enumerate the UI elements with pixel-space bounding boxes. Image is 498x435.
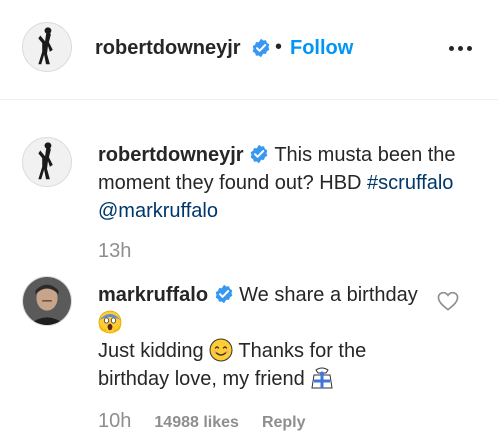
- post-header: robertdowneyjr • Follow: [0, 0, 498, 100]
- comment-username[interactable]: robertdowneyjr: [98, 144, 244, 166]
- comment-body: markruffalo We share a birthday Just kid…: [98, 281, 428, 393]
- hashtag-link[interactable]: #scruffalo: [367, 172, 453, 194]
- face-screaming-in-fear-icon: [98, 310, 122, 334]
- verified-badge-icon: [251, 38, 271, 58]
- comment-text: We share a birthday: [239, 284, 418, 306]
- comment-timestamp[interactable]: 10h: [98, 410, 131, 432]
- profile-photo-icon: [23, 23, 71, 71]
- avatar[interactable]: [22, 22, 72, 72]
- comment-avatar[interactable]: [22, 137, 72, 187]
- comment-likes-count[interactable]: 14988 likes: [154, 414, 239, 431]
- comment-meta: 10h 14988 likes Reply: [98, 410, 306, 433]
- profile-photo-icon: [23, 138, 71, 186]
- profile-photo-icon: [23, 277, 71, 325]
- comment-body: robertdowneyjr This musta been the momen…: [98, 141, 478, 225]
- comment-timestamp[interactable]: 13h: [98, 240, 131, 263]
- comment-text: Just kidding: [98, 340, 204, 362]
- reply-button[interactable]: Reply: [262, 414, 306, 431]
- more-options-icon[interactable]: [446, 38, 476, 58]
- smiling-face-icon: [209, 338, 233, 362]
- mention-link[interactable]: @markruffalo: [98, 200, 218, 222]
- follow-button[interactable]: Follow: [290, 37, 353, 60]
- present-icon: [310, 366, 334, 390]
- separator-dot: •: [275, 36, 283, 58]
- like-heart-icon[interactable]: [437, 291, 459, 311]
- comment-username[interactable]: markruffalo: [98, 284, 208, 306]
- comment-avatar[interactable]: [22, 276, 72, 326]
- verified-badge-icon: [214, 284, 234, 304]
- post-author-username[interactable]: robertdowneyjr: [95, 37, 241, 60]
- verified-badge-icon: [249, 144, 269, 164]
